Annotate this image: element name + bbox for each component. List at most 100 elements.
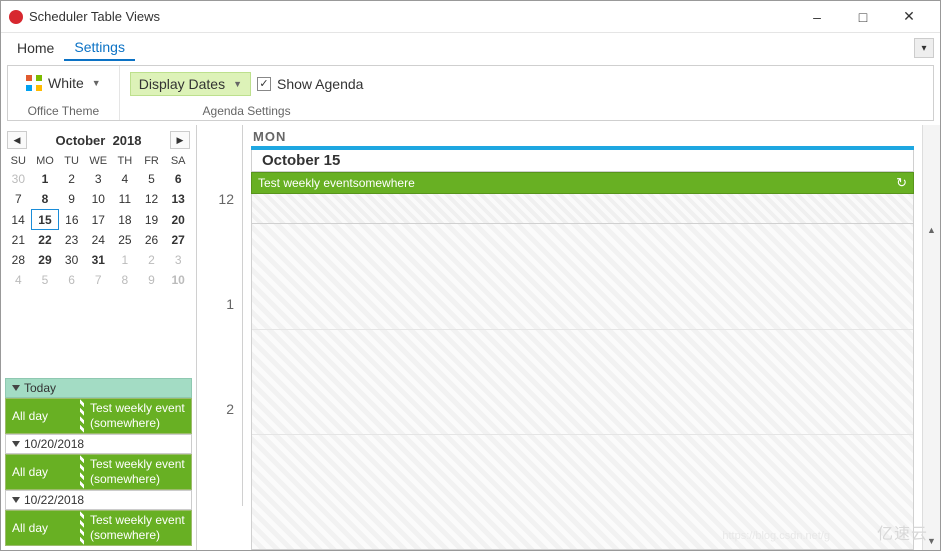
mini-calendar[interactable]: SUMOTUWETHFRSA 3012345678910111213141516… [5,153,192,290]
calendar-day[interactable]: 22 [32,230,59,251]
calendar-day[interactable]: 8 [32,189,59,210]
calendar-day[interactable]: 19 [138,210,165,230]
calendar-dow: FR [138,153,165,169]
close-button[interactable] [886,8,932,25]
calendar-day[interactable]: 21 [5,230,32,251]
day-view: MON October 15 Test weekly eventsomewher… [243,125,922,550]
agenda-item-text: Test weekly event(somewhere) [84,399,191,433]
watermark-url: https://blog.csdn.net/g [722,530,830,542]
day-title: October 15 [251,150,914,172]
menu-home[interactable]: Home [7,36,64,60]
window-title: Scheduler Table Views [29,9,794,24]
calendar-day[interactable]: 6 [165,169,192,189]
calendar-day[interactable]: 2 [58,169,85,189]
left-pane: ◀ October 2018 ▶ SUMOTUWETHFRSA 30123456… [1,125,197,550]
calendar-day[interactable]: 4 [5,270,32,290]
agenda-group-header[interactable]: Today [5,378,192,398]
calendar-day[interactable]: 3 [165,250,192,270]
theme-dropdown[interactable]: White ▼ [18,72,109,94]
menu-bar: Home Settings ▾ [1,33,940,63]
calendar-dow: WE [85,153,112,169]
calendar-day[interactable]: 3 [85,169,112,189]
agenda-item[interactable]: All dayTest weekly event(somewhere) [5,398,192,434]
calendar-day[interactable]: 17 [85,210,112,230]
ribbon-group-agenda: Display Dates ▼ ✓ Show Agenda Agenda Set… [119,66,374,120]
calendar-dow: SA [165,153,192,169]
agenda-item[interactable]: All dayTest weekly event(somewhere) [5,510,192,546]
calendar-day[interactable]: 31 [85,250,112,270]
next-month-button[interactable]: ▶ [170,131,190,149]
calendar-day[interactable]: 1 [112,250,139,270]
display-dates-dropdown[interactable]: Display Dates ▼ [130,72,251,96]
calendar-day[interactable]: 6 [58,270,85,290]
calendar-day[interactable]: 10 [85,189,112,210]
minimize-button[interactable] [794,9,840,25]
calendar-day[interactable]: 23 [58,230,85,251]
calendar-nav: ◀ October 2018 ▶ [5,127,192,153]
calendar-header: October 2018 [56,133,142,148]
chevron-down-icon: ▼ [92,78,101,88]
menu-dropdown-button[interactable]: ▾ [914,38,934,58]
calendar-day[interactable]: 30 [5,169,32,189]
agenda-item-time: All day [6,511,84,545]
vertical-scrollbar[interactable]: ▲ ▼ [922,125,940,550]
calendar-day[interactable]: 5 [138,169,165,189]
recurrence-icon: ↻ [896,175,907,191]
calendar-day[interactable]: 5 [32,270,59,290]
agenda-item-time: All day [6,399,84,433]
calendar-day[interactable]: 2 [138,250,165,270]
agenda-item-time: All day [6,455,84,489]
calendar-day[interactable]: 30 [58,250,85,270]
calendar-day[interactable]: 14 [5,210,32,230]
agenda-item[interactable]: All dayTest weekly event(somewhere) [5,454,192,490]
calendar-day[interactable]: 28 [5,250,32,270]
calendar-dow: MO [32,153,59,169]
calendar-day[interactable]: 12 [138,189,165,210]
calendar-day[interactable]: 13 [165,189,192,210]
calendar-day[interactable]: 11 [112,189,139,210]
calendar-day[interactable]: 8 [112,270,139,290]
theme-group-label: Office Theme [28,104,100,120]
allday-area[interactable] [251,194,914,224]
calendar-day[interactable]: 26 [138,230,165,251]
time-grid[interactable] [251,224,914,550]
calendar-day[interactable]: 18 [112,210,139,230]
grid-line [252,329,913,330]
right-pane: 12 1 2 MON October 15 Test weekly events… [197,125,940,550]
calendar-day[interactable]: 27 [165,230,192,251]
menu-settings[interactable]: Settings [64,35,135,61]
calendar-day[interactable]: 24 [85,230,112,251]
grid-line [252,434,913,435]
content-area: ◀ October 2018 ▶ SUMOTUWETHFRSA 30123456… [1,125,940,550]
scroll-down-button[interactable]: ▼ [923,532,940,550]
calendar-day[interactable]: 10 [165,270,192,290]
ribbon-group-theme: White ▼ Office Theme [8,66,119,120]
time-slot [197,125,243,191]
calendar-day[interactable]: 4 [112,169,139,189]
calendar-day[interactable]: 20 [165,210,192,230]
show-agenda-checkbox[interactable]: ✓ [257,77,271,91]
show-agenda-label: Show Agenda [277,76,363,92]
calendar-day[interactable]: 16 [58,210,85,230]
calendar-day[interactable]: 7 [85,270,112,290]
calendar-day[interactable]: 15 [32,210,59,230]
scroll-up-button[interactable]: ▲ [923,221,940,239]
calendar-day[interactable]: 9 [58,189,85,210]
agenda-group-header[interactable]: 10/20/2018 [5,434,192,454]
calendar-day[interactable]: 1 [32,169,59,189]
calendar-day[interactable]: 25 [112,230,139,251]
collapse-icon [12,441,20,447]
display-dates-label: Display Dates [139,76,225,92]
prev-month-button[interactable]: ◀ [7,131,27,149]
agenda-item-text: Test weekly event(somewhere) [84,511,191,545]
agenda-group-header[interactable]: 10/22/2018 [5,490,192,510]
calendar-month: October [56,133,106,148]
theme-label: White [48,75,84,91]
calendar-day[interactable]: 29 [32,250,59,270]
calendar-day[interactable]: 7 [5,189,32,210]
maximize-button[interactable] [840,9,886,25]
allday-event[interactable]: Test weekly eventsomewhere ↻ [251,172,914,194]
day-of-week-label: MON [243,125,922,146]
calendar-day[interactable]: 9 [138,270,165,290]
time-slot: 1 [197,296,243,401]
